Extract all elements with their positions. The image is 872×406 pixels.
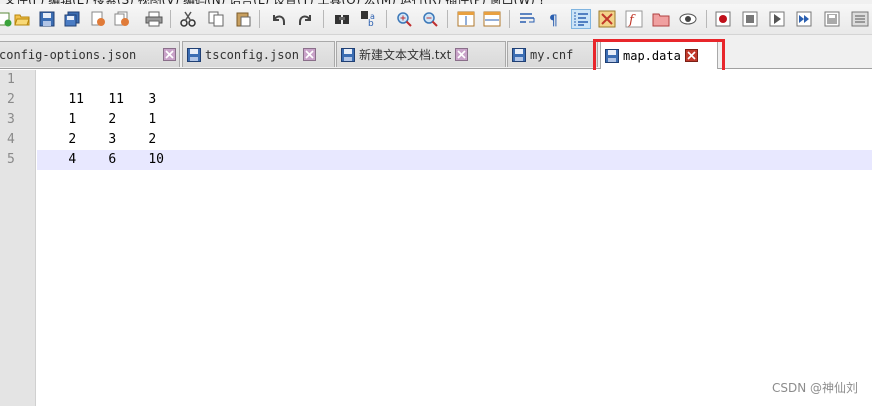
tab-my-cnf[interactable]: my.cnf	[507, 41, 598, 67]
replace-icon[interactable]: ba	[359, 9, 379, 29]
show-all-chars-icon[interactable]: ¶	[544, 9, 564, 29]
line-token: 4	[68, 152, 77, 167]
copy-icon[interactable]	[206, 9, 226, 29]
tab-close-icon[interactable]	[163, 48, 176, 61]
tab-label: 新建文本文档.txt	[359, 48, 452, 62]
toolbar-separator	[386, 10, 387, 28]
tab-label: map.data	[623, 48, 681, 63]
editor-line: 11 11 3	[37, 70, 156, 107]
line-number: 4	[7, 132, 15, 147]
line-number: 5	[7, 152, 15, 167]
line-number: 3	[7, 112, 15, 127]
tab-close-icon[interactable]	[684, 49, 698, 62]
language-icon[interactable]	[597, 9, 617, 29]
record-macro-icon[interactable]	[713, 9, 733, 29]
line-number-gutter: 1 2 3 4 5	[0, 70, 36, 406]
zoom-out-icon[interactable]	[420, 9, 440, 29]
line-number: 1	[7, 72, 15, 87]
save-macro-icon[interactable]	[822, 9, 842, 29]
line-number: 2	[7, 92, 15, 107]
toolbar-separator	[706, 10, 707, 28]
play-macro-icon[interactable]	[767, 9, 787, 29]
undo-icon[interactable]	[268, 9, 288, 29]
close-icon[interactable]	[88, 9, 108, 29]
tab-tsconfig-json[interactable]: tsconfig.json	[182, 41, 335, 67]
find-icon[interactable]	[332, 9, 352, 29]
paste-icon[interactable]	[233, 9, 253, 29]
monitoring-icon[interactable]	[678, 9, 698, 29]
toolbar-separator	[447, 10, 448, 28]
print-icon[interactable]	[144, 9, 164, 29]
zoom-in-icon[interactable]	[394, 9, 414, 29]
tab-map-data[interactable]: map.data	[600, 39, 718, 69]
editor-line: 121	[37, 90, 156, 127]
watermark: CSDN @神仙刘	[771, 381, 858, 395]
tab-label: tsconfig.json	[205, 47, 299, 62]
tab-label: config-options.json	[0, 47, 137, 62]
open-file-icon[interactable]	[12, 9, 32, 29]
overflow-icon[interactable]	[850, 9, 870, 29]
sync-vertical-icon[interactable]	[456, 9, 476, 29]
word-wrap-icon[interactable]	[517, 9, 537, 29]
toolbar-separator	[259, 10, 260, 28]
function-list-icon[interactable]: f	[624, 9, 644, 29]
saved-file-icon	[187, 47, 201, 62]
tab-label: my.cnf	[530, 47, 574, 62]
line-token: 10	[148, 152, 164, 167]
svg-text:¶: ¶	[549, 13, 558, 27]
stop-record-icon[interactable]	[740, 9, 760, 29]
svg-text:a: a	[370, 12, 375, 21]
saved-file-icon	[512, 47, 526, 62]
sync-horizontal-icon[interactable]	[482, 9, 502, 29]
tab-config-options-json[interactable]: config-options.json	[0, 41, 180, 67]
folder-workspace-icon[interactable]	[651, 9, 671, 29]
run-macro-multiple-icon[interactable]	[794, 9, 814, 29]
toolbar-separator	[323, 10, 324, 28]
editor-line: 4 6 10	[37, 130, 164, 167]
cut-icon[interactable]	[178, 9, 198, 29]
toolbar-separator	[170, 10, 171, 28]
saved-file-icon	[605, 48, 619, 63]
redo-icon[interactable]	[296, 9, 316, 29]
save-icon[interactable]	[37, 9, 57, 29]
toolbar-separator	[509, 10, 510, 28]
text-editor[interactable]: 11 11 3 121 232 4 6 10	[37, 70, 872, 406]
indent-guide-icon[interactable]	[571, 9, 591, 29]
tab-bar: config-options.json tsconfig.json 新建文本文档…	[0, 35, 872, 69]
tab-close-icon[interactable]	[455, 48, 469, 61]
toolbar: ba ¶ f	[0, 4, 872, 35]
close-all-icon[interactable]	[112, 9, 132, 29]
line-token: 6	[108, 152, 117, 167]
tab-close-icon[interactable]	[302, 48, 316, 61]
saved-file-icon	[341, 47, 355, 62]
tab-new-text-document[interactable]: 新建文本文档.txt	[336, 41, 506, 67]
save-all-icon[interactable]	[62, 9, 82, 29]
editor-line: 232	[37, 110, 156, 147]
